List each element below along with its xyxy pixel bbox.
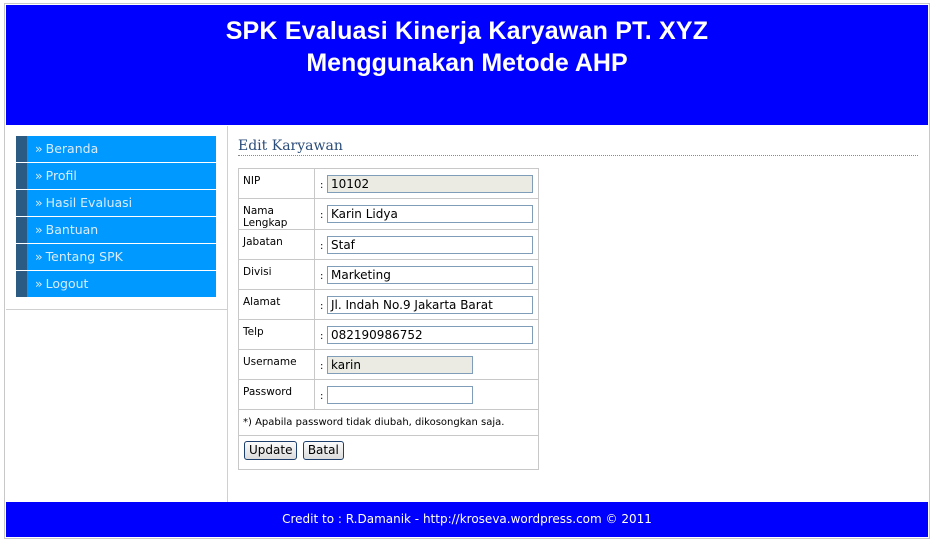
sidebar-item-bantuan[interactable]: » Bantuan <box>16 217 216 243</box>
sidebar-item-logout[interactable]: » Logout <box>16 271 216 297</box>
form-row-telp: Telp : 082190986752 <box>238 319 539 350</box>
jabatan-label: Jabatan <box>238 229 315 260</box>
nip-label: NIP <box>238 168 315 199</box>
edit-karyawan-form: NIP : 10102 Nama Lengkap : Karin Lidya J… <box>238 168 539 470</box>
footer-credit: Credit to : R.Damanik - http://kroseva.w… <box>282 512 652 526</box>
sidebar-item-label: Bantuan <box>45 222 99 237</box>
colon: : <box>320 271 324 282</box>
app-title-line1: SPK Evaluasi Kinerja Karyawan PT. XYZ <box>225 17 709 45</box>
sidebar-item-label: Beranda <box>45 141 99 156</box>
colon: : <box>320 361 324 372</box>
form-row-jabatan: Jabatan : Staf <box>238 229 539 260</box>
form-row-password: Password : <box>238 379 539 410</box>
update-button[interactable]: Update <box>244 441 298 460</box>
sidebar: » Beranda » Profil » Hasil Evaluasi » Bantua… <box>6 127 228 310</box>
footer: Credit to : R.Damanik - http://kroseva.w… <box>6 502 928 537</box>
colon: : <box>320 180 324 191</box>
username-field[interactable]: karin <box>327 356 473 374</box>
password-field[interactable] <box>327 386 473 404</box>
sidebar-item-hasil-evaluasi[interactable]: » Hasil Evaluasi <box>16 190 216 216</box>
nip-field[interactable]: 10102 <box>327 175 533 193</box>
page-title: Edit Karyawan <box>238 138 918 156</box>
sidebar-item-tentang-spk[interactable]: » Tentang SPK <box>16 244 216 270</box>
batal-button[interactable]: Batal <box>302 441 344 460</box>
form-row-nip: NIP : 10102 <box>238 168 539 199</box>
sidebar-item-label: Logout <box>45 276 89 291</box>
form-row-divisi: Divisi : Marketing <box>238 259 539 290</box>
sidebar-menu: » Beranda » Profil » Hasil Evaluasi » Bantua… <box>16 136 216 298</box>
username-label: Username <box>238 349 315 380</box>
menu-arrow-icon: » <box>35 276 43 291</box>
form-row-buttons: Update Batal <box>238 435 539 470</box>
colon: : <box>320 301 324 312</box>
colon: : <box>320 241 324 252</box>
menu-arrow-icon: » <box>35 249 43 264</box>
alamat-label: Alamat <box>238 289 315 320</box>
menu-arrow-icon: » <box>35 141 43 156</box>
menu-arrow-icon: » <box>35 168 43 183</box>
telp-field[interactable]: 082190986752 <box>327 326 533 344</box>
sidebar-item-beranda[interactable]: » Beranda <box>16 136 216 162</box>
main-content: Edit Karyawan NIP : 10102 Nama Lengkap :… <box>227 126 929 502</box>
sidebar-item-label: Profil <box>45 168 77 183</box>
form-row-alamat: Alamat : Jl. Indah No.9 Jakarta Barat <box>238 289 539 320</box>
jabatan-field[interactable]: Staf <box>327 236 533 254</box>
colon: : <box>320 210 324 221</box>
nama-label: Nama Lengkap <box>238 198 315 230</box>
colon: : <box>320 331 324 342</box>
password-label: Password <box>238 379 315 410</box>
page: SPK Evaluasi Kinerja Karyawan PT. XYZ Me… <box>4 3 930 539</box>
header-banner: SPK Evaluasi Kinerja Karyawan PT. XYZ Me… <box>6 5 928 125</box>
nama-lengkap-field[interactable]: Karin Lidya <box>327 205 533 223</box>
colon: : <box>320 391 324 402</box>
sidebar-item-profil[interactable]: » Profil <box>16 163 216 189</box>
app-title-line2: Menggunakan Metode AHP <box>306 49 628 77</box>
divisi-field[interactable]: Marketing <box>327 266 533 284</box>
form-row-username: Username : karin <box>238 349 539 380</box>
menu-arrow-icon: » <box>35 222 43 237</box>
sidebar-item-label: Hasil Evaluasi <box>45 195 133 210</box>
alamat-field[interactable]: Jl. Indah No.9 Jakarta Barat <box>327 296 533 314</box>
form-row-nama: Nama Lengkap : Karin Lidya <box>238 198 539 230</box>
form-row-note: *) Apabila password tidak diubah, dikoso… <box>238 409 539 436</box>
divisi-label: Divisi <box>238 259 315 290</box>
menu-arrow-icon: » <box>35 195 43 210</box>
telp-label: Telp <box>238 319 315 350</box>
sidebar-item-label: Tentang SPK <box>45 249 123 264</box>
password-note: *) Apabila password tidak diubah, dikoso… <box>238 409 539 436</box>
